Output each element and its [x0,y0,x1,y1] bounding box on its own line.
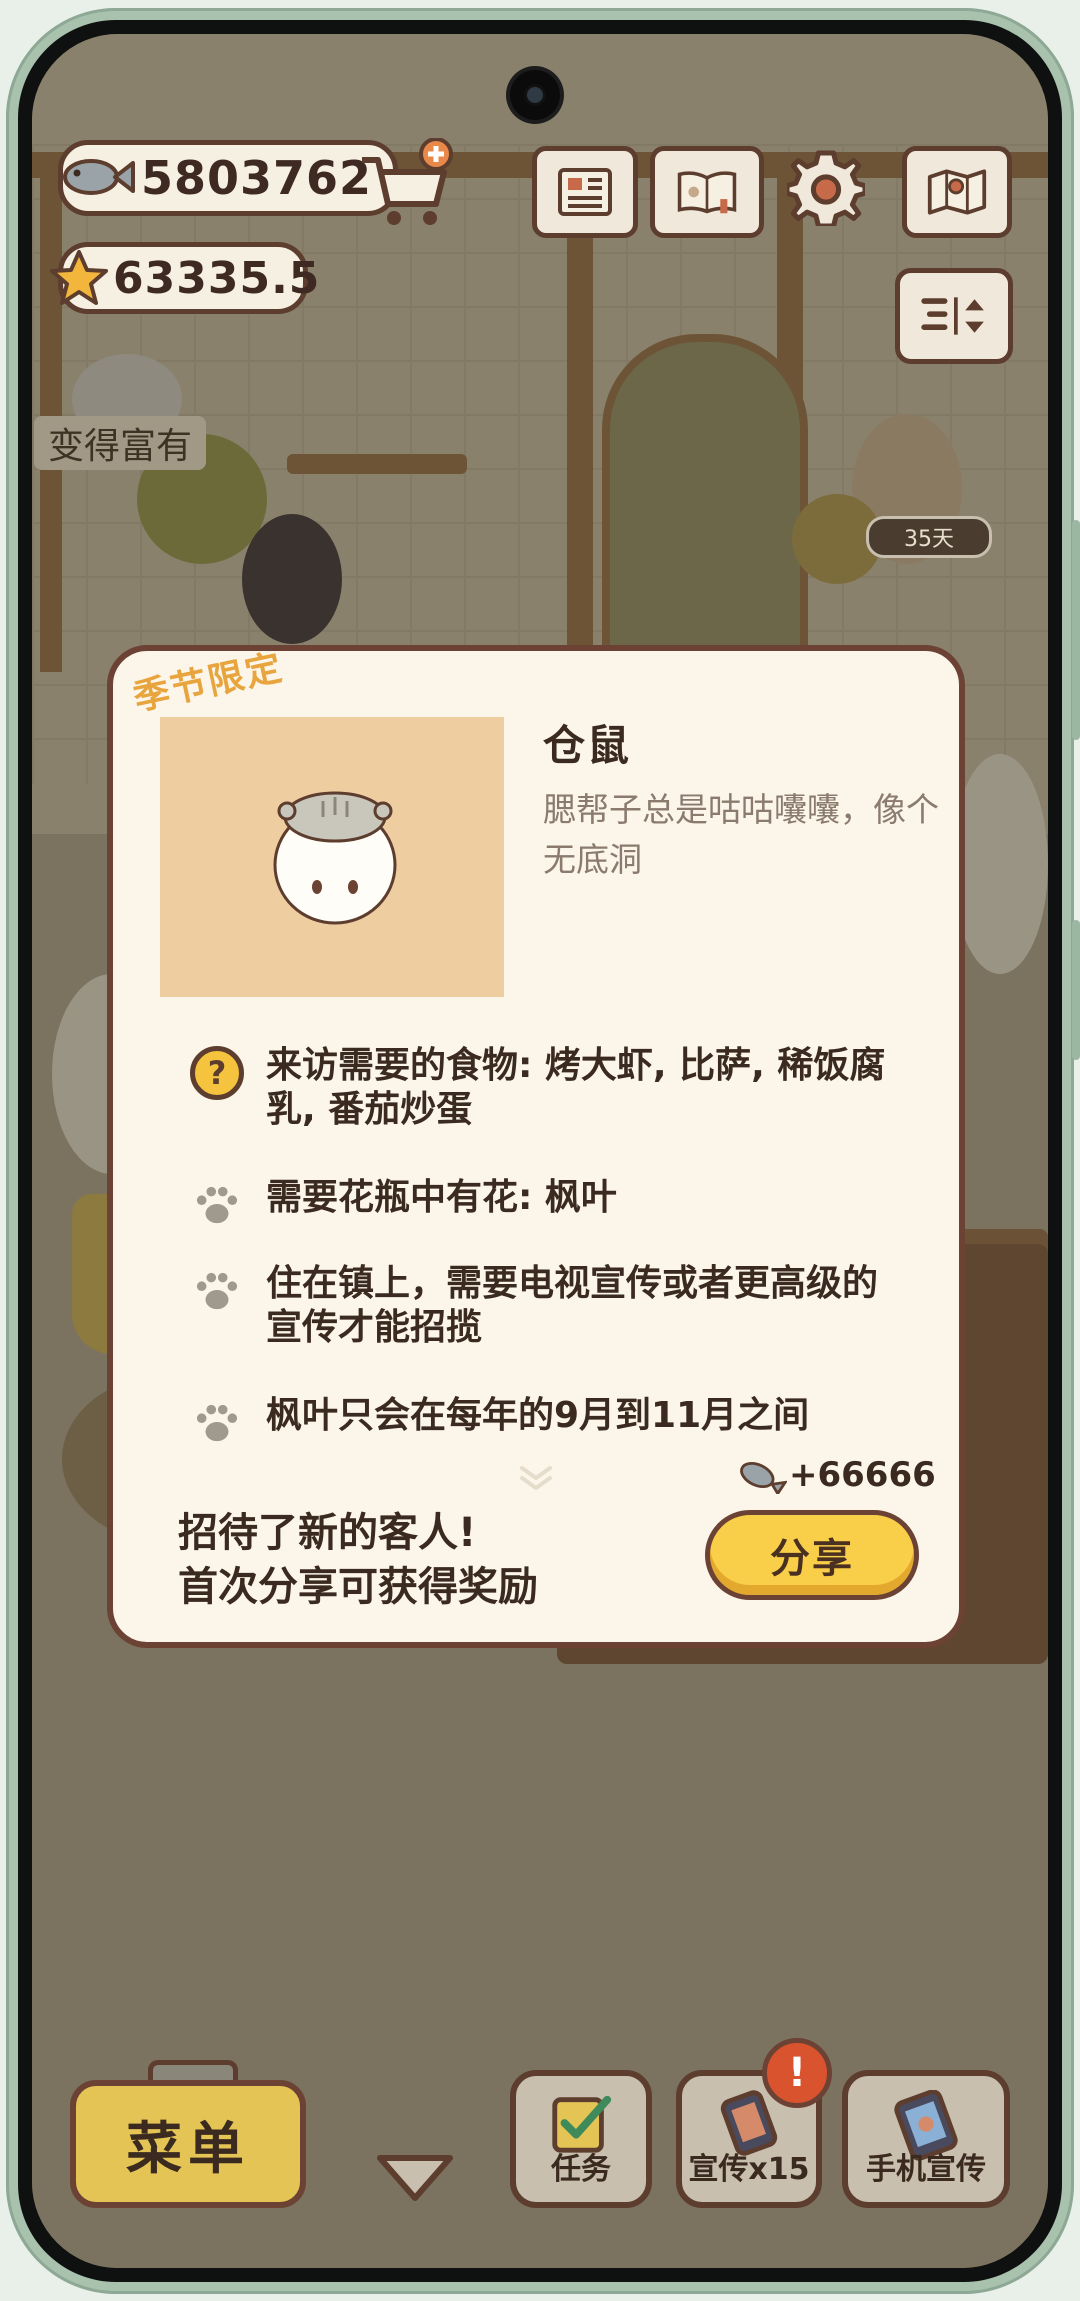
share-reward: +66666 [735,1455,936,1495]
cat-silhouette [242,514,342,644]
star-currency-value: 63335.5 [113,252,321,304]
menu-button[interactable]: 菜单 [70,2080,306,2208]
phone-promo-button[interactable]: 手机宣传 [842,2070,1010,2208]
wall-shelf [287,454,467,474]
requirement-food: ? 来访需要的食物: 烤大虾, 比萨, 稀饭腐乳, 番茄炒蛋 [188,1044,906,1132]
front-camera [510,70,560,120]
chevron-down-icon[interactable] [516,1464,556,1494]
tasks-button[interactable]: 任务 [510,2070,652,2208]
cat-silhouette [952,754,1048,974]
map-button[interactable] [902,146,1012,238]
star-icon [50,250,108,305]
arched-door [602,334,808,680]
volume-button [1072,520,1080,740]
fish-icon [63,159,135,195]
visitor-description: 腮帮子总是咕咕囔囔，像个无底洞 [543,790,939,879]
rich-status-tag: 变得富有 [34,416,207,470]
fish-icon [740,1461,787,1494]
settings-button[interactable] [782,146,870,228]
requirement-flower: 需要花瓶中有花: 枫叶 [188,1176,906,1234]
tasks-label: 任务 [551,2152,611,2187]
phone-promo-label: 手机宣传 [866,2152,986,2187]
paw-icon [196,1404,238,1442]
shop-cart-icon[interactable] [356,138,456,238]
promo-label: 宣传x15 [688,2152,810,2187]
requirement-text: 枫叶只会在每年的9月到11月之间 [266,1395,810,1436]
hamster-icon [273,791,397,925]
requirement-text: 需要花瓶中有花: 枫叶 [266,1177,617,1218]
reward-value: +66666 [789,1455,936,1495]
paw-icon [196,1272,238,1310]
requirement-text: 住在镇上，需要电视宣传或者更高级的宣传才能招揽 [266,1263,879,1348]
gear-icon [787,150,865,226]
sort-icon [921,297,984,335]
days-counter-tag: 35天 [866,516,992,558]
requirement-text: 来访需要的食物: 烤大虾, 比萨, 稀饭腐乳, 番茄炒蛋 [266,1045,886,1130]
requirement-town: 住在镇上，需要电视宣传或者更高级的宣传才能招揽 [188,1262,906,1350]
fish-currency-value: 5803762 [141,151,373,205]
share-button[interactable]: 分享 [705,1510,919,1600]
power-button [1072,920,1080,1060]
visitor-name: 仓鼠 [543,721,632,770]
sort-toggle-button[interactable] [895,268,1013,364]
question-icon: ? [190,1046,244,1100]
star-currency-pill: 63335.5 [50,242,319,314]
book-icon [677,171,737,214]
newspaper-icon [558,168,612,216]
fish-currency-pill: 5803762 [58,140,398,216]
wood-pillar [40,152,62,672]
share-note: 招待了新的客人! 首次分享可获得奖励 [178,1506,538,1614]
share-note-line: 招待了新的客人! [178,1510,477,1556]
alert-badge: ! [762,2038,832,2108]
requirement-season: 枫叶只会在每年的9月到11月之间 [188,1394,906,1452]
newspaper-button[interactable] [532,146,638,238]
map-icon [927,169,987,215]
share-note-line: 首次分享可获得奖励 [178,1564,538,1610]
paw-icon [196,1186,238,1224]
catbook-button[interactable] [650,146,764,238]
collapse-arrow-icon[interactable] [372,2150,458,2206]
visitor-portrait [160,717,504,997]
